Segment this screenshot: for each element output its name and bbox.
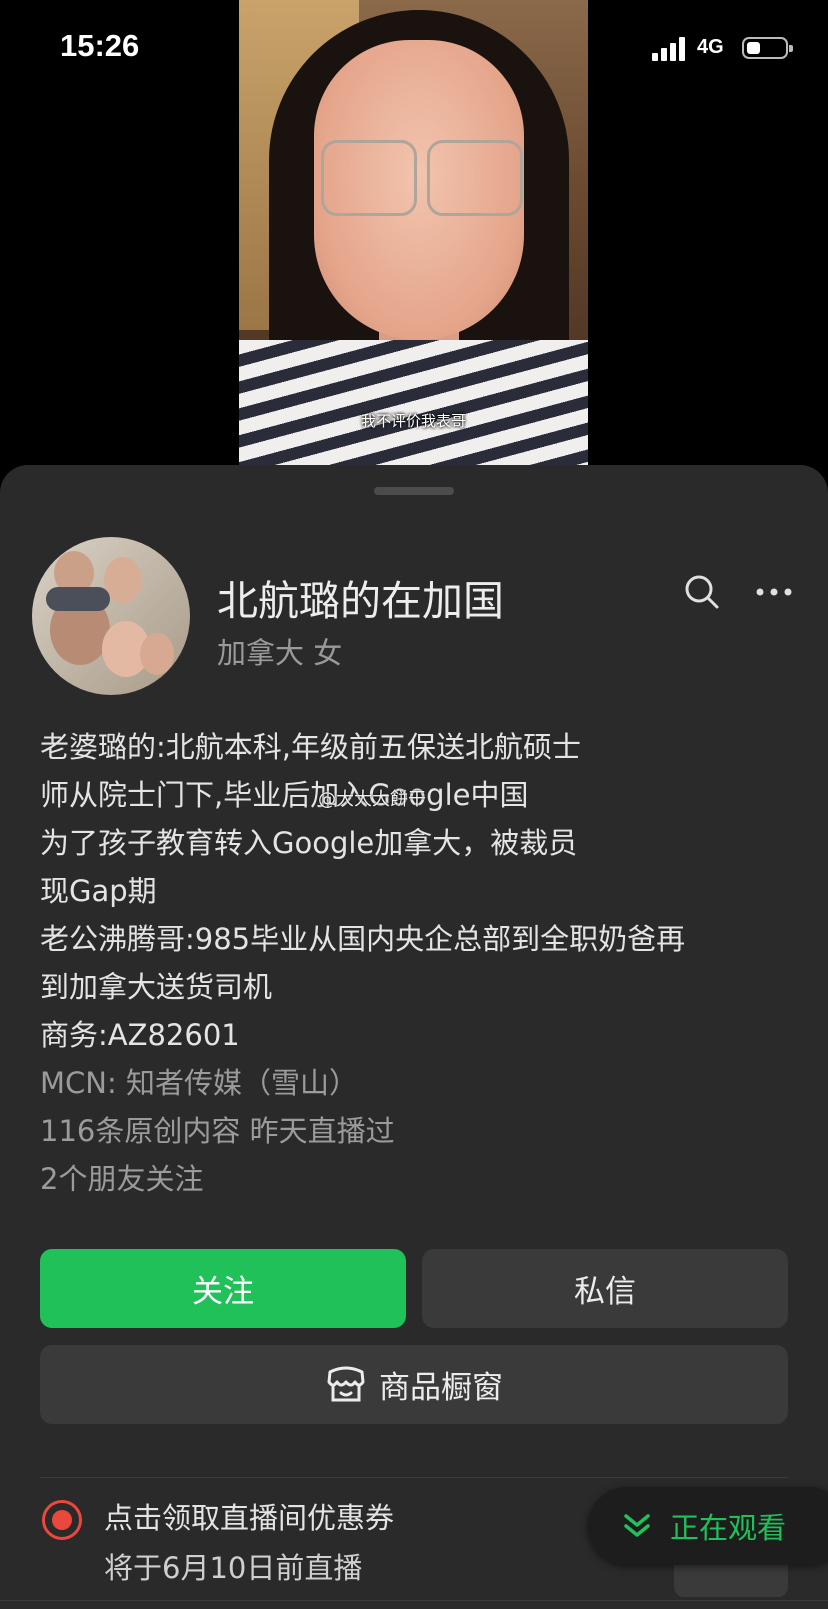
watermark: @大大大餅干 — [318, 789, 426, 810]
now-watching-button[interactable]: 正在观看 — [588, 1487, 828, 1565]
network-type: 4G — [697, 36, 724, 58]
sheet-drag-handle[interactable] — [374, 487, 454, 495]
bio-line: 现Gap期 — [40, 874, 157, 908]
status-bar: 15:26 4G — [0, 0, 828, 100]
follow-button[interactable]: 关注 — [40, 1249, 406, 1328]
profile-sheet: 北航璐的在加国 加拿大 女 老婆璐的:北航本科,年级前五保送北航硕士 师从院士门… — [0, 465, 828, 1609]
shop-window-button[interactable]: 商品橱窗 — [40, 1345, 788, 1424]
divider — [40, 1477, 788, 1478]
profile-name: 北航璐的在加国 — [217, 577, 504, 625]
avatar[interactable] — [32, 537, 190, 695]
bio-line: 商务:AZ82601 — [40, 1018, 240, 1052]
chevron-down-icon — [624, 1514, 650, 1537]
live-icon — [42, 1500, 82, 1540]
more-icon[interactable] — [752, 570, 796, 614]
bio-line: 老婆璐的:北航本科,年级前五保送北航硕士 — [40, 730, 581, 764]
bio-line: 老公沸腾哥:985毕业从国内央企总部到全职奶爸再 — [40, 922, 686, 956]
battery-icon — [742, 37, 793, 59]
bio-line: 到加拿大送货司机 — [40, 970, 273, 1004]
content-stats: 116条原创内容 昨天直播过 — [40, 1114, 395, 1148]
signal-icon — [652, 37, 692, 61]
shop-window-icon — [327, 1366, 365, 1401]
profile-location: 加拿大 女 — [217, 636, 343, 670]
shop-window-label: 商品橱窗 — [379, 1370, 503, 1406]
friends-following[interactable]: 2个朋友关注 — [40, 1155, 800, 1203]
status-time: 15:26 — [60, 28, 140, 63]
mcn-label: MCN: 知者传媒（雪山） — [40, 1066, 358, 1100]
live-coupon-link[interactable]: 点击领取直播间优惠券 — [104, 1495, 394, 1537]
bio-line: 为了孩子教育转入Google加拿大，被裁员 — [40, 826, 578, 860]
live-schedule: 将于6月10日前直播 — [104, 1551, 363, 1585]
message-button[interactable]: 私信 — [422, 1249, 788, 1328]
search-icon[interactable] — [680, 570, 724, 614]
divider — [0, 1600, 828, 1601]
video-subtitle: 我不评价我表哥 — [360, 412, 466, 430]
now-watching-label: 正在观看 — [670, 1511, 787, 1545]
